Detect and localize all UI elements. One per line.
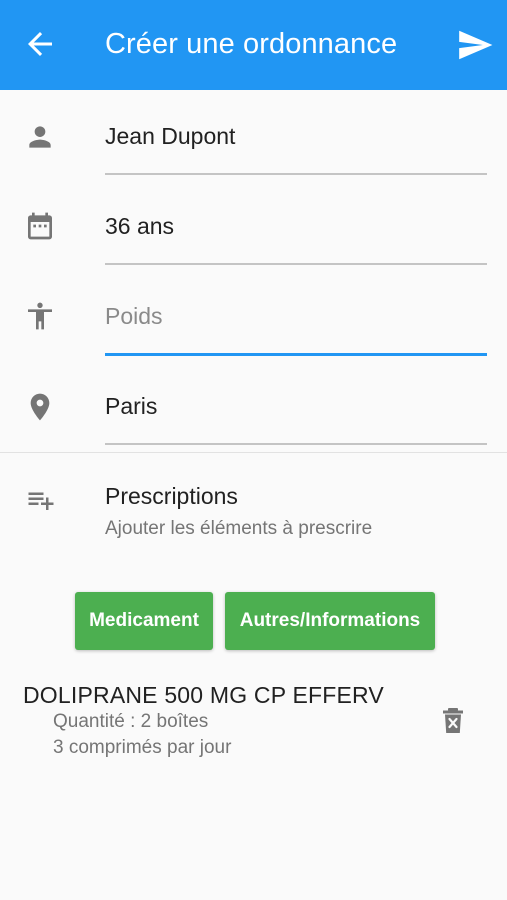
section-divider [0, 452, 507, 453]
prescriptions-title: Prescriptions [105, 483, 238, 509]
app-bar: Créer une ordonnance [0, 0, 507, 90]
send-icon[interactable] [456, 26, 494, 64]
weight-placeholder: Poids [105, 303, 163, 329]
item-name: DOLIPRANE 500 MG CP EFFERV [23, 682, 384, 708]
accessibility-icon [28, 302, 52, 330]
arrow-back-icon[interactable] [22, 26, 58, 62]
name-field[interactable]: Jean Dupont [0, 90, 507, 180]
add-other-info-button[interactable]: Autres/Informations [225, 592, 435, 650]
calendar-icon [28, 212, 52, 240]
item-quantity: Quantité : 2 boîtes [53, 711, 209, 732]
weight-field[interactable]: Poids [0, 270, 507, 360]
name-value: Jean Dupont [105, 123, 236, 149]
delete-icon[interactable] [441, 705, 465, 735]
age-field[interactable]: 36 ans [0, 180, 507, 270]
playlist-add-icon [28, 492, 54, 510]
weight-underline [105, 353, 487, 356]
person-icon [29, 126, 51, 148]
page-title: Créer une ordonnance [105, 28, 398, 60]
city-value: Paris [105, 393, 158, 419]
location-pin-icon [30, 393, 50, 421]
item-dosage: 3 comprimés par jour [53, 737, 232, 758]
age-value: 36 ans [105, 213, 175, 239]
add-medicament-button[interactable]: Medicament [75, 592, 213, 650]
city-field[interactable]: Paris [0, 360, 507, 450]
prescriptions-subtitle: Ajouter les éléments à prescrire [105, 518, 373, 539]
name-underline [105, 173, 487, 175]
city-underline [105, 443, 487, 445]
age-underline [105, 263, 487, 265]
